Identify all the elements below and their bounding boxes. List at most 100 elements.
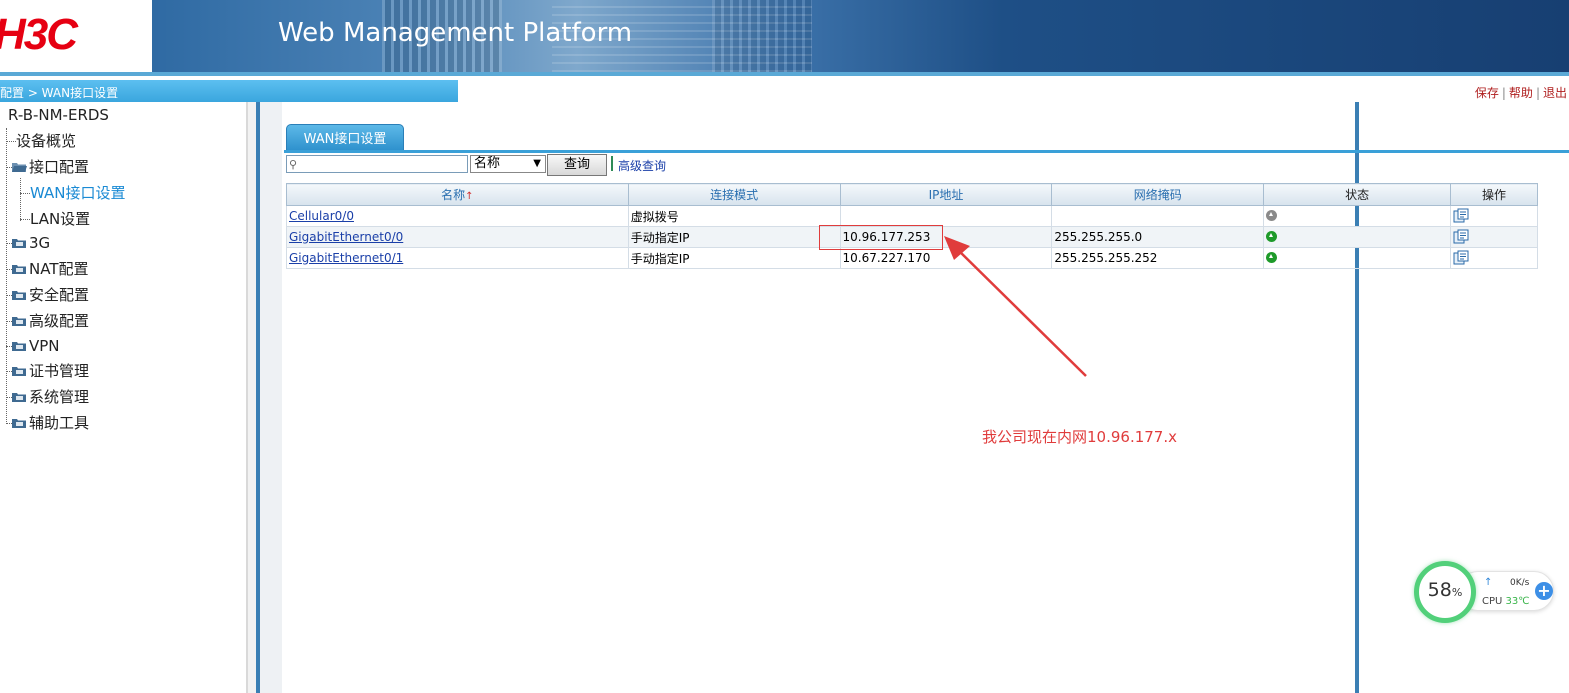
cell-mask bbox=[1051, 205, 1265, 227]
tab-underline bbox=[284, 150, 1569, 153]
tree-item-label: NAT配置 bbox=[29, 260, 89, 278]
tree-branch bbox=[20, 193, 30, 194]
status-down-icon bbox=[1266, 210, 1278, 221]
annotation-note: 我公司现在内网10.96.177.x bbox=[982, 428, 1177, 446]
cell-status bbox=[1263, 247, 1452, 269]
tree-item-label: WAN接口设置 bbox=[30, 184, 126, 202]
cpu-percent-unit: % bbox=[1451, 586, 1463, 599]
tree-item-label: 设备概览 bbox=[16, 132, 77, 150]
folder-closed-icon bbox=[12, 342, 26, 351]
edit-icon[interactable] bbox=[1453, 208, 1469, 223]
cell-name: GigabitEthernet0/0 bbox=[286, 226, 629, 248]
search-icon: ⚲ bbox=[289, 158, 298, 171]
tree-item-interface-config[interactable]: 接口配置 bbox=[6, 156, 89, 178]
annotation-arrow-icon bbox=[944, 236, 1087, 377]
search-field-select[interactable]: 名称 ▼ bbox=[470, 155, 546, 173]
cell-mode: 虚拟拨号 bbox=[627, 205, 841, 227]
cell-ip bbox=[839, 205, 1053, 227]
link-separator: | bbox=[1501, 86, 1506, 100]
tree-item-3g[interactable]: 3G bbox=[6, 232, 50, 254]
search-input[interactable] bbox=[301, 157, 465, 171]
logout-link[interactable]: 退出 bbox=[1543, 86, 1567, 100]
expand-plus-button[interactable]: + bbox=[1535, 582, 1553, 600]
column-header-name[interactable]: 名称↑ bbox=[286, 183, 629, 206]
folder-open-icon bbox=[12, 163, 27, 172]
advanced-query-link[interactable]: 高级查询 bbox=[618, 157, 666, 174]
cell-operation bbox=[1450, 247, 1538, 269]
column-label: 名称 bbox=[441, 188, 466, 202]
cell-status bbox=[1263, 226, 1452, 248]
advanced-separator bbox=[611, 156, 613, 171]
cell-operation bbox=[1450, 205, 1538, 227]
breadcrumb: 配置 > WAN接口设置 bbox=[0, 86, 119, 100]
table-header-row: 名称↑ 连接模式 IP地址 网络掩码 状态 操作 bbox=[286, 183, 1538, 206]
column-header-operation: 操作 bbox=[1450, 183, 1538, 206]
tree-item-label: 系统管理 bbox=[29, 388, 90, 406]
net-speed: 0K/s bbox=[1510, 578, 1530, 588]
status-up-icon bbox=[1266, 252, 1278, 263]
search-field[interactable]: ⚲ bbox=[286, 155, 468, 173]
top-links: 保存 | 帮助 | 退出 bbox=[1475, 84, 1567, 101]
sidebar-splitter[interactable] bbox=[248, 102, 256, 693]
tab-wan-settings[interactable]: WAN接口设置 bbox=[286, 124, 404, 151]
tree-item-certificates[interactable]: 证书管理 bbox=[6, 360, 89, 382]
cell-name: GigabitEthernet0/1 bbox=[286, 247, 629, 269]
ip-highlight-box bbox=[819, 225, 943, 250]
interface-link[interactable]: GigabitEthernet0/0 bbox=[289, 230, 403, 244]
tree-item-tools[interactable]: 辅助工具 bbox=[6, 412, 89, 434]
tree-item-security[interactable]: 安全配置 bbox=[6, 284, 89, 306]
tree-root[interactable]: R-B-NM-ERDS bbox=[0, 106, 109, 124]
tree-item-nat[interactable]: NAT配置 bbox=[6, 258, 88, 280]
tree-root-label: R-B-NM-ERDS bbox=[8, 106, 109, 124]
interface-link[interactable]: Cellular0/0 bbox=[289, 209, 354, 223]
frame-gutter-left bbox=[260, 102, 282, 693]
interface-link[interactable]: GigabitEthernet0/1 bbox=[289, 251, 403, 265]
banner-building-right bbox=[712, 0, 812, 72]
folder-closed-icon bbox=[12, 291, 26, 300]
help-link[interactable]: 帮助 bbox=[1509, 86, 1533, 100]
cpu-temperature: 33℃ bbox=[1505, 596, 1530, 607]
tree-item-wan-settings[interactable]: WAN接口设置 bbox=[20, 182, 126, 204]
cell-mode: 手动指定IP bbox=[627, 226, 841, 248]
table-row: Cellular0/0 虚拟拨号 bbox=[286, 205, 1538, 227]
folder-closed-icon bbox=[12, 367, 26, 376]
folder-closed-icon bbox=[12, 239, 26, 248]
save-link[interactable]: 保存 bbox=[1475, 86, 1499, 100]
column-label: IP地址 bbox=[928, 188, 964, 202]
logo-area: H3C bbox=[0, 0, 152, 72]
tree-item-label: 高级配置 bbox=[29, 312, 90, 330]
column-header-status: 状态 bbox=[1263, 183, 1452, 206]
column-label: 状态 bbox=[1345, 188, 1370, 202]
header-divider bbox=[0, 72, 1569, 76]
cpu-label: CPU 33℃ bbox=[1482, 596, 1530, 607]
cell-operation bbox=[1450, 226, 1538, 248]
edit-icon[interactable] bbox=[1453, 229, 1469, 244]
column-header-ip[interactable]: IP地址 bbox=[839, 183, 1053, 206]
edit-icon[interactable] bbox=[1453, 250, 1469, 265]
column-header-mode[interactable]: 连接模式 bbox=[627, 183, 841, 206]
cell-status bbox=[1263, 205, 1452, 227]
tree-item-vpn[interactable]: VPN bbox=[6, 335, 60, 357]
tree-item-lan-settings[interactable]: LAN设置 bbox=[20, 208, 90, 230]
tree-item-system[interactable]: 系统管理 bbox=[6, 386, 89, 408]
dropdown-arrow-icon: ▼ bbox=[533, 158, 541, 169]
tree-item-device-overview[interactable]: 设备概览 bbox=[6, 130, 76, 152]
column-header-mask[interactable]: 网络掩码 bbox=[1051, 183, 1265, 206]
select-value: 名称 bbox=[474, 156, 501, 171]
cpu-percent-value: 58 bbox=[1427, 579, 1452, 601]
tree-item-advanced[interactable]: 高级配置 bbox=[6, 310, 89, 332]
table-row: GigabitEthernet0/1 手动指定IP 10.67.227.170 … bbox=[286, 247, 1538, 269]
tree-item-label: VPN bbox=[29, 337, 60, 355]
query-button[interactable]: 查询 bbox=[547, 154, 607, 176]
tree-item-label: 证书管理 bbox=[29, 362, 90, 380]
cpu-usage-percent: 58% bbox=[1414, 579, 1476, 601]
header-banner: H3C Web Management Platform bbox=[0, 0, 1569, 72]
tree-item-label: 安全配置 bbox=[29, 286, 90, 304]
link-separator: | bbox=[1535, 86, 1540, 100]
sort-up-icon: ↑ bbox=[465, 191, 474, 202]
cpu-monitor-widget[interactable]: 58% ↑ 0K/s CPU 33℃ + bbox=[1414, 561, 1560, 623]
cell-name: Cellular0/0 bbox=[286, 205, 629, 227]
breadcrumb-bar: 配置 > WAN接口设置 bbox=[0, 80, 458, 102]
nav-tree: R-B-NM-ERDS 设备概览 接口配置 WAN接口设置 LAN设置 3G N… bbox=[0, 102, 248, 693]
tree-item-label: 3G bbox=[29, 234, 51, 252]
